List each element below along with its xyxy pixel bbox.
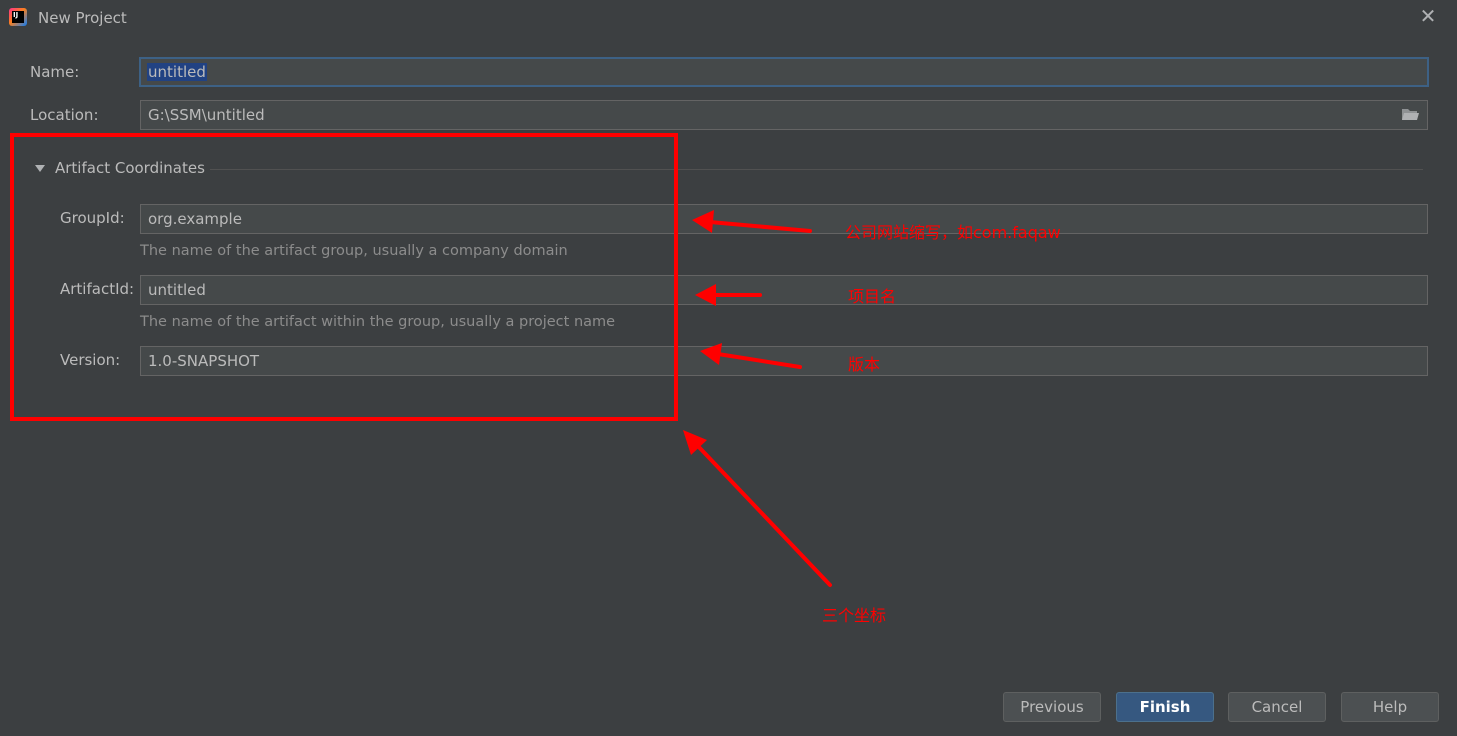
arrowhead-artifactid [695, 284, 716, 306]
annotation-three-coordinates: 三个坐标 [822, 606, 887, 625]
finish-button[interactable]: Finish [1116, 692, 1214, 722]
cancel-button[interactable]: Cancel [1228, 692, 1326, 722]
annotation-groupid: 公司网站缩写，如com.faqaw [845, 223, 1061, 242]
annotation-arrows [683, 210, 832, 587]
arrow-groupid [708, 220, 812, 233]
help-button[interactable]: Help [1341, 692, 1439, 722]
annotation-artifactid: 项目名 [848, 287, 897, 306]
arrow-version [716, 352, 802, 369]
previous-button[interactable]: Previous [1003, 692, 1101, 722]
annotation-version: 版本 [848, 355, 881, 374]
arrowhead-groupid [692, 210, 714, 233]
arrow-box [694, 442, 832, 587]
arrowhead-version [700, 343, 722, 365]
